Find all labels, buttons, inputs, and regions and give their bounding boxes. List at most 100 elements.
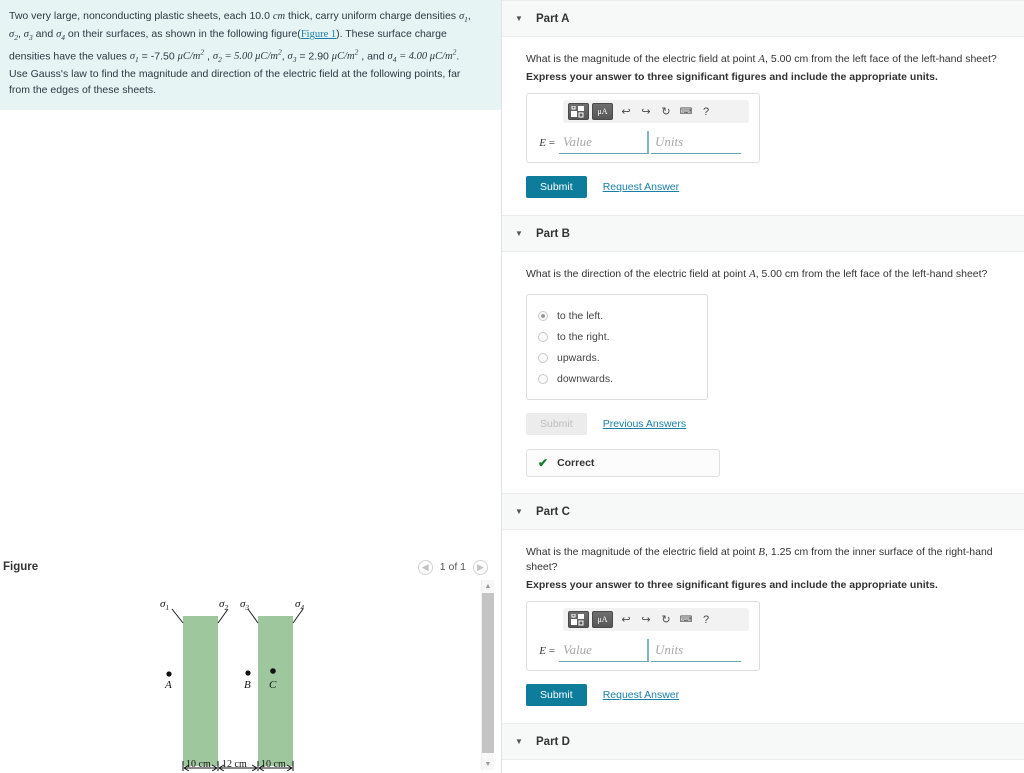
part-b-button-row: Submit Previous Answers bbox=[526, 413, 1024, 435]
point-b-dot bbox=[245, 670, 251, 676]
part-c-body: What is the magnitude of the electric fi… bbox=[502, 530, 1024, 706]
dim-right-label: 10 cm bbox=[261, 759, 286, 770]
part-c-instruction: Express your answer to three significant… bbox=[526, 579, 938, 591]
part-a-input-row: E = bbox=[535, 131, 751, 154]
part-b-title: Part B bbox=[536, 227, 570, 240]
part-a-question-pre: What is the magnitude of the electric fi… bbox=[526, 53, 759, 65]
part-b-option-2[interactable]: upwards. bbox=[527, 347, 707, 368]
figure-navigation: ◀ 1 of 1 ▶ bbox=[417, 559, 488, 575]
part-b-submit-button[interactable]: Submit bbox=[526, 413, 587, 435]
figure-scrollbar[interactable]: ▲ ▼ bbox=[481, 580, 494, 770]
point-c-dot bbox=[270, 668, 276, 674]
part-c-request-answer-link[interactable]: Request Answer bbox=[603, 689, 679, 701]
figure-header: Figure ◀ 1 of 1 ▶ bbox=[0, 553, 502, 581]
dim-left-label: 10 cm bbox=[186, 759, 211, 770]
math-template-icon[interactable] bbox=[568, 103, 589, 120]
chevron-down-icon[interactable]: ▼ bbox=[511, 229, 527, 238]
figure-count-label: 1 of 1 bbox=[439, 561, 466, 573]
part-c-question: What is the magnitude of the electric fi… bbox=[526, 545, 1024, 575]
part-a-units-input[interactable] bbox=[651, 131, 741, 154]
figure-1-link[interactable]: Figure 1 bbox=[301, 29, 336, 40]
part-a-value-input[interactable] bbox=[559, 131, 649, 154]
svg-text:B: B bbox=[244, 679, 251, 691]
part-c-value-input[interactable] bbox=[559, 639, 649, 662]
redo-arrow-icon[interactable]: ↪ bbox=[636, 103, 656, 121]
radio-button-icon[interactable] bbox=[538, 352, 548, 363]
part-b-status-label: Correct bbox=[557, 457, 595, 469]
problem-sentence-1: Two very large, nonconducting plastic sh… bbox=[9, 10, 273, 22]
part-b-question-post: , 5.00 cm from the left face of the left… bbox=[755, 268, 988, 280]
part-c-math-toolbar: μA ↩ ↪ ↻ ⌨ ? bbox=[563, 608, 749, 631]
part-a-request-answer-link[interactable]: Request Answer bbox=[603, 181, 679, 193]
figure-next-button[interactable]: ▶ bbox=[473, 559, 488, 575]
part-a-body: What is the magnitude of the electric fi… bbox=[502, 37, 1024, 198]
math-template-icon[interactable] bbox=[568, 611, 589, 628]
chevron-down-icon[interactable]: ▼ bbox=[511, 14, 527, 23]
part-b-body: What is the direction of the electric fi… bbox=[502, 252, 1024, 477]
keyboard-icon[interactable]: ⌨ bbox=[676, 103, 696, 121]
scrollbar-thumb[interactable] bbox=[482, 593, 494, 753]
part-c-units-input[interactable] bbox=[651, 639, 741, 662]
figure-diagram: σ1 σ2 σ3 σ4 A B C bbox=[160, 598, 304, 771]
radio-button-icon[interactable] bbox=[538, 310, 548, 321]
keyboard-icon[interactable]: ⌨ bbox=[676, 611, 696, 629]
point-a-dot bbox=[166, 671, 172, 677]
reset-circle-icon[interactable]: ↻ bbox=[656, 103, 676, 121]
figure-dimension-labels: 10 cm 12 cm 10 cm bbox=[0, 759, 481, 771]
part-b-option-1[interactable]: to the right. bbox=[527, 326, 707, 347]
part-a-instruction: Express your answer to three significant… bbox=[526, 71, 938, 83]
part-b-question: What is the direction of the electric fi… bbox=[526, 267, 1024, 282]
part-c-answer-box: μA ↩ ↪ ↻ ⌨ ? E = bbox=[526, 601, 760, 671]
part-b-radio-group: to the left. to the right. upwards. down… bbox=[526, 294, 708, 400]
svg-text:σ4: σ4 bbox=[295, 598, 304, 612]
part-a-equals-label: E = bbox=[539, 136, 555, 149]
undo-arrow-icon[interactable]: ↩ bbox=[616, 103, 636, 121]
scroll-down-arrow-icon[interactable]: ▼ bbox=[482, 758, 494, 770]
part-a-math-toolbar: μA ↩ ↪ ↻ ⌨ ? bbox=[563, 100, 749, 123]
reset-circle-icon[interactable]: ↻ bbox=[656, 611, 676, 629]
part-b-option-0[interactable]: to the left. bbox=[527, 305, 707, 326]
part-d-body: What is the direction of the electric fi… bbox=[502, 760, 1024, 773]
part-a-title: Part A bbox=[536, 12, 570, 25]
question-mark-icon[interactable]: ? bbox=[696, 611, 716, 629]
figure-title: Figure bbox=[3, 561, 39, 573]
part-b-option-3[interactable]: downwards. bbox=[527, 368, 707, 389]
part-b-option-0-label: to the left. bbox=[557, 309, 604, 322]
chevron-down-icon[interactable]: ▼ bbox=[511, 737, 527, 746]
svg-text:σ1: σ1 bbox=[160, 598, 169, 612]
micro-amp-units-icon[interactable]: μA bbox=[592, 103, 613, 120]
units-button-label: μA bbox=[597, 107, 608, 116]
radio-button-icon[interactable] bbox=[538, 373, 548, 384]
chevron-down-icon[interactable]: ▼ bbox=[511, 507, 527, 516]
svg-text:σ3: σ3 bbox=[240, 598, 249, 612]
page-root: Two very large, nonconducting plastic sh… bbox=[0, 0, 1024, 773]
part-d-title: Part D bbox=[536, 735, 570, 748]
figure-section: Figure ◀ 1 of 1 ▶ σ1 σ2 σ3 σ4 A B C 10 c… bbox=[0, 553, 502, 773]
part-b-point-label: A bbox=[748, 268, 756, 280]
scroll-up-arrow-icon[interactable]: ▲ bbox=[482, 580, 494, 592]
problem-statement-panel: Two very large, nonconducting plastic sh… bbox=[0, 0, 501, 110]
left-column: Two very large, nonconducting plastic sh… bbox=[0, 0, 502, 773]
part-a-header[interactable]: ▼ Part A bbox=[502, 0, 1024, 37]
part-b-header[interactable]: ▼ Part B bbox=[502, 215, 1024, 252]
dim-mid-label: 12 cm bbox=[222, 759, 247, 770]
right-sheet-shape bbox=[258, 616, 293, 766]
part-c-submit-button[interactable]: Submit bbox=[526, 684, 587, 706]
part-a-answer-box: μA ↩ ↪ ↻ ⌨ ? E = bbox=[526, 93, 760, 163]
part-a-button-row: Submit Request Answer bbox=[526, 176, 1024, 198]
undo-arrow-icon[interactable]: ↩ bbox=[616, 611, 636, 629]
part-c-input-row: E = bbox=[535, 639, 751, 662]
part-c-header[interactable]: ▼ Part C bbox=[502, 493, 1024, 530]
figure-prev-button[interactable]: ◀ bbox=[417, 559, 433, 575]
problem-statement-text: Two very large, nonconducting plastic sh… bbox=[9, 10, 471, 96]
radio-button-icon[interactable] bbox=[538, 331, 548, 342]
part-a-question: What is the magnitude of the electric fi… bbox=[526, 52, 1024, 67]
question-mark-icon[interactable]: ? bbox=[696, 103, 716, 121]
part-b-option-3-label: downwards. bbox=[557, 372, 614, 385]
part-d-header[interactable]: ▼ Part D bbox=[502, 723, 1024, 760]
part-a-submit-button[interactable]: Submit bbox=[526, 176, 587, 198]
redo-arrow-icon[interactable]: ↪ bbox=[636, 611, 656, 629]
part-b-option-2-label: upwards. bbox=[557, 351, 600, 364]
part-b-previous-answers-link[interactable]: Previous Answers bbox=[603, 418, 686, 430]
micro-amp-units-icon[interactable]: μA bbox=[592, 611, 613, 628]
